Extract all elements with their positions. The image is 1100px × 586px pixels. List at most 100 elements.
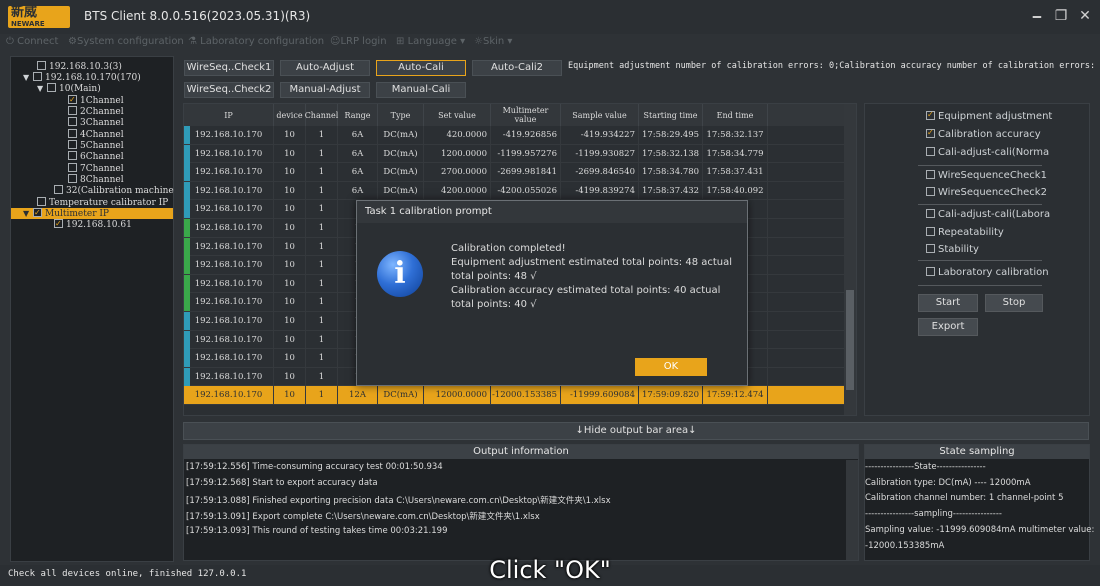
tree-channel[interactable]: 5Channel bbox=[68, 140, 124, 151]
checkbox[interactable] bbox=[926, 128, 935, 138]
checkbox[interactable] bbox=[68, 94, 77, 105]
stability-option[interactable]: Stability bbox=[926, 244, 979, 255]
checkbox[interactable] bbox=[926, 147, 935, 156]
auto-adjust-button[interactable]: Auto-Adjust bbox=[280, 60, 370, 76]
table-row[interactable]: 192.168.10.170 10 1 6A DC(mA) 2700.0000 -2699.… bbox=[184, 163, 846, 182]
auto-cali2-button[interactable]: Auto-Cali2 bbox=[472, 60, 562, 76]
checkbox[interactable] bbox=[68, 140, 77, 149]
tree-node-temperature-calibrator[interactable]: Temperature calibrator IP bbox=[37, 197, 168, 208]
table-cell: 12A bbox=[338, 386, 378, 405]
checkbox[interactable] bbox=[54, 218, 63, 229]
table-cell: DC(mA) bbox=[378, 386, 424, 405]
checkbox[interactable] bbox=[33, 72, 42, 81]
manual-adjust-button[interactable]: Manual-Adjust bbox=[280, 82, 370, 98]
skin-icon: ☼ bbox=[474, 36, 483, 47]
checkbox[interactable] bbox=[926, 209, 935, 218]
table-cell: 1 bbox=[306, 144, 338, 163]
column-header[interactable]: IP bbox=[184, 104, 274, 126]
chevron-down-icon[interactable]: ▼ bbox=[37, 83, 47, 94]
chevron-down-icon[interactable]: ▼ bbox=[23, 208, 33, 219]
neware-logo: 新威 NEWARE bbox=[8, 6, 70, 28]
repeatability-option[interactable]: Repeatability bbox=[926, 227, 1004, 238]
tree-channel[interactable]: 8Channel bbox=[68, 174, 124, 185]
tree-channel[interactable]: 2Channel bbox=[68, 106, 124, 117]
menu-skin[interactable]: ☼Skin ▾ bbox=[474, 36, 512, 47]
scrollbar-thumb[interactable] bbox=[846, 290, 854, 390]
checkbox[interactable] bbox=[926, 187, 935, 196]
column-header[interactable]: Sample value bbox=[561, 104, 639, 126]
cali-adjust-cali-norma-option[interactable]: Cali-adjust-cali(Norma bbox=[926, 147, 1049, 158]
column-header[interactable]: Range bbox=[338, 104, 378, 126]
tree-channel[interactable]: 1Channel bbox=[68, 94, 124, 106]
table-row[interactable]: 192.168.10.170 10 1 6A DC(mA) 4200.0000 -4200.… bbox=[184, 181, 846, 201]
equipment-adjustment-option[interactable]: Equipment adjustment bbox=[926, 110, 1052, 122]
auto-cali-button[interactable]: Auto-Cali bbox=[376, 60, 466, 76]
checkbox[interactable] bbox=[926, 110, 935, 120]
wiresequence-check2-option[interactable]: WireSequenceCheck2 bbox=[926, 187, 1047, 198]
manual-cali-button[interactable]: Manual-Cali bbox=[376, 82, 466, 98]
cali-adjust-cali-labora-option[interactable]: Cali-adjust-cali(Labora bbox=[926, 209, 1050, 220]
table-cell: 1200.0000 bbox=[424, 144, 491, 163]
column-header[interactable]: Multimeter value bbox=[491, 104, 561, 126]
checkbox[interactable] bbox=[47, 83, 56, 92]
table-cell: 17:58:37.432 bbox=[639, 181, 703, 200]
menu-language[interactable]: ⊞ Language ▾ bbox=[396, 36, 465, 47]
table-row[interactable]: 192.168.10.170 10 1 6A DC(mA) 1200.0000 -1199.… bbox=[184, 144, 846, 164]
maximize-button[interactable]: ❐ bbox=[1050, 6, 1072, 26]
checkbox[interactable] bbox=[68, 106, 77, 115]
column-header[interactable]: Starting time bbox=[639, 104, 703, 126]
wiresequence-check1-option[interactable]: WireSequenceCheck1 bbox=[926, 170, 1047, 181]
table-cell: 10 bbox=[274, 386, 306, 405]
checkbox[interactable] bbox=[926, 227, 935, 236]
tree-channel[interactable]: 6Channel bbox=[68, 151, 124, 162]
tree-node-192-168-10-170[interactable]: ▼ 192.168.10.170(170) bbox=[23, 72, 141, 83]
wireseq-check2-button[interactable]: WireSeq..Check2 bbox=[184, 82, 274, 98]
chevron-down-icon[interactable]: ▼ bbox=[23, 72, 33, 83]
hide-output-bar-button[interactable]: ↓Hide output bar area↓ bbox=[183, 422, 1089, 440]
table-row[interactable]: 192.168.10.170 10 1 6A DC(mA) 420.0000 -419.92… bbox=[184, 126, 846, 145]
checkbox[interactable] bbox=[33, 207, 42, 218]
checkbox[interactable] bbox=[68, 163, 77, 172]
calibration-accuracy-option[interactable]: Calibration accuracy bbox=[926, 128, 1041, 140]
checkbox[interactable] bbox=[926, 267, 935, 276]
column-header[interactable]: Set value bbox=[424, 104, 491, 126]
menu-connect[interactable]: ⏻ Connect bbox=[6, 36, 58, 47]
tree-channel[interactable]: 4Channel bbox=[68, 129, 124, 140]
tree-node-multimeter-ip[interactable]: ▼Multimeter IP bbox=[11, 207, 173, 219]
menu-lrp-login[interactable]: ☺LRP login bbox=[330, 36, 387, 47]
tree-node-main[interactable]: ▼ 10(Main) bbox=[37, 83, 101, 94]
minimize-button[interactable]: 🗕 bbox=[1026, 6, 1048, 26]
column-header[interactable]: End time bbox=[703, 104, 768, 126]
export-button[interactable]: Export bbox=[918, 318, 978, 336]
tree-node-192-168-10-3[interactable]: 192.168.10.3(3) bbox=[37, 61, 122, 72]
checkbox[interactable] bbox=[926, 244, 935, 253]
checkbox[interactable] bbox=[926, 170, 935, 179]
checkbox[interactable] bbox=[54, 185, 63, 194]
column-header[interactable]: Channel bbox=[305, 104, 338, 126]
table-cell: 192.168.10.170 bbox=[184, 330, 274, 349]
output-scrollbar[interactable] bbox=[846, 460, 858, 560]
menu-laboratory-configuration[interactable]: ⚗ Laboratory configuration bbox=[188, 36, 324, 47]
ok-button[interactable]: OK bbox=[635, 358, 707, 376]
table-cell: -1199.930827 bbox=[561, 144, 639, 163]
checkbox[interactable] bbox=[68, 151, 77, 160]
table-cell: 1 bbox=[306, 126, 338, 144]
laboratory-calibration-option[interactable]: Laboratory calibration bbox=[926, 267, 1049, 278]
checkbox[interactable] bbox=[37, 61, 46, 70]
table-row[interactable]: 192.168.10.170 10 1 12A DC(mA) 12000.0000 -120… bbox=[184, 386, 846, 405]
close-button[interactable]: ✕ bbox=[1074, 6, 1096, 26]
stop-button[interactable]: Stop bbox=[985, 294, 1043, 312]
tree-channel[interactable]: 7Channel bbox=[68, 163, 124, 174]
start-button[interactable]: Start bbox=[918, 294, 978, 312]
checkbox[interactable] bbox=[68, 174, 77, 183]
menu-system-configuration[interactable]: ⚙System configuration bbox=[68, 36, 184, 47]
checkbox[interactable] bbox=[68, 117, 77, 126]
column-header[interactable]: device bbox=[274, 104, 306, 126]
tree-node-multimeter-address[interactable]: 192.168.10.61 bbox=[54, 218, 132, 230]
tree-channel[interactable]: 3Channel bbox=[68, 117, 124, 128]
checkbox[interactable] bbox=[37, 197, 46, 206]
checkbox[interactable] bbox=[68, 129, 77, 138]
tree-node-calibration-machine[interactable]: 32(Calibration machine bbox=[54, 185, 174, 196]
column-header[interactable]: Type bbox=[378, 104, 424, 126]
wireseq-check1-button[interactable]: WireSeq..Check1 bbox=[184, 60, 274, 76]
